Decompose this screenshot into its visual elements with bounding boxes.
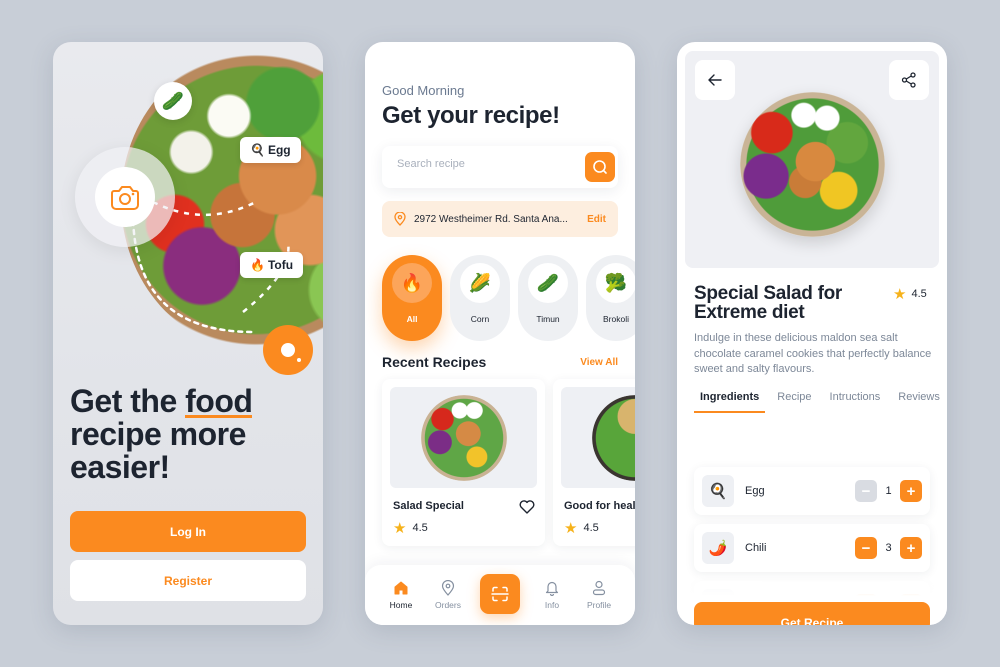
category-label: Corn <box>470 314 490 324</box>
increase-quantity-button[interactable]: + <box>900 537 922 559</box>
ingredient-name: Egg <box>745 485 765 497</box>
recipe-name: Good for health <box>564 500 635 512</box>
register-button[interactable]: Register <box>70 560 306 601</box>
nav-orders[interactable]: Orders <box>428 580 468 610</box>
get-recipe-button[interactable]: Get Recipe <box>694 602 930 625</box>
bell-icon <box>545 581 559 596</box>
search-input[interactable] <box>397 158 567 170</box>
category-timun[interactable]: 🥒 Timun <box>518 255 578 341</box>
user-icon <box>592 580 606 596</box>
section-title: Recent Recipes <box>382 354 487 370</box>
recipe-card[interactable]: Salad Special ★ 4.5 <box>382 379 545 546</box>
cucumber-icon: 🥒 <box>161 90 185 111</box>
ingredient-quantity: 1 <box>885 485 892 497</box>
ingredient-tag-tofu[interactable]: 🔥 Tofu <box>240 252 304 278</box>
recipe-description: Indulge in these delicious maldon sea sa… <box>694 332 932 375</box>
decrease-quantity-button[interactable]: − <box>855 537 877 559</box>
star-icon: ★ <box>393 520 407 537</box>
tab-ingredients[interactable]: Ingredients <box>694 389 766 413</box>
recipe-title: Special Salad for Extreme diet <box>694 283 843 323</box>
home-icon <box>394 581 408 595</box>
category-corn[interactable]: 🌽 Corn <box>450 255 510 341</box>
recipe-rating: ★ 4.5 <box>564 520 599 537</box>
search-button[interactable] <box>585 152 615 182</box>
recipe-detail-screen: Special Salad for Extreme diet ★ 4.5 Ind… <box>677 42 947 625</box>
tab-recipe[interactable]: Recipe <box>771 389 817 413</box>
fire-icon: 🔥 <box>250 258 265 272</box>
search-box <box>382 146 618 188</box>
ingredient-tag-egg[interactable]: 🍳 Egg <box>240 137 301 163</box>
location-address: 2972 Westheimer Rd. Santa Ana... <box>414 213 568 225</box>
scan-icon <box>491 586 509 602</box>
share-button[interactable] <box>889 60 929 100</box>
onboarding-headline: Get the food recipe more easier! <box>70 383 253 485</box>
recipe-image <box>390 387 537 488</box>
category-list: 🔥 All 🌽 Corn 🥒 Timun 🥦 Brokoli <box>382 255 635 341</box>
location-bar: 2972 Westheimer Rd. Santa Ana... Edit <box>382 201 618 237</box>
nav-info[interactable]: Info <box>532 580 572 610</box>
ingredient-row: 🍳 Egg − 1 + <box>694 467 930 515</box>
decrease-quantity-button[interactable]: − <box>855 480 877 502</box>
bottom-navigation: Home Orders Info Profile <box>365 565 635 625</box>
cucumber-icon: 🥒 <box>528 263 568 303</box>
ingredient-row: 🌶️ Chili − 3 + <box>694 524 930 572</box>
category-label: Brokoli <box>603 314 629 324</box>
recent-recipes-header: Recent Recipes View All <box>382 354 618 370</box>
ingredient-name: Chili <box>745 542 767 554</box>
arrow-left-icon <box>708 74 722 86</box>
cucumber-bubble: 🥒 <box>154 82 192 120</box>
recipe-list: Salad Special ★ 4.5 Good for health ★ 4.… <box>382 379 635 546</box>
fried-egg-icon: 🍳 <box>702 475 734 507</box>
greeting: Good Morning <box>382 83 465 98</box>
location-pin-icon <box>394 212 406 226</box>
recipe-name: Salad Special <box>393 500 464 512</box>
corn-icon: 🌽 <box>460 263 500 303</box>
star-icon: ★ <box>564 520 578 537</box>
location-pin-icon <box>441 580 455 596</box>
search-icon <box>593 160 607 174</box>
search-fab-button[interactable] <box>263 325 313 375</box>
recipe-rating: ★ 4.5 <box>893 286 927 303</box>
recipe-rating: ★ 4.5 <box>393 520 428 537</box>
chili-icon: 🌶️ <box>702 532 734 564</box>
recipe-card[interactable]: Good for health ★ 4.5 <box>553 379 635 546</box>
tag-label: Tofu <box>267 258 294 272</box>
category-brokoli[interactable]: 🥦 Brokoli <box>586 255 635 341</box>
tab-reviews[interactable]: Reviews <box>892 389 946 413</box>
home-screen: Good Morning Get your recipe! 2972 Westh… <box>365 42 635 625</box>
nav-home[interactable]: Home <box>381 580 421 610</box>
fire-icon: 🔥 <box>392 263 432 303</box>
scan-button[interactable] <box>480 574 520 614</box>
back-button[interactable] <box>695 60 735 100</box>
category-all[interactable]: 🔥 All <box>382 255 442 341</box>
page-title: Get your recipe! <box>382 102 560 129</box>
view-all-link[interactable]: View All <box>580 357 618 368</box>
star-icon: ★ <box>893 286 907 303</box>
heart-icon[interactable] <box>519 500 535 514</box>
egg-icon: 🍳 <box>250 143 265 157</box>
share-icon <box>901 72 916 88</box>
category-label: Timun <box>536 314 560 324</box>
ingredient-quantity: 3 <box>885 542 892 554</box>
salad-bowl-image <box>739 92 885 237</box>
broccoli-icon: 🥦 <box>596 263 635 303</box>
camera-button[interactable] <box>95 167 155 227</box>
tab-instructions[interactable]: Intructions <box>824 389 887 413</box>
recipe-image <box>561 387 635 488</box>
camera-icon <box>111 186 139 210</box>
edit-location-link[interactable]: Edit <box>587 214 606 225</box>
search-icon <box>281 343 301 362</box>
onboarding-screen: 🥒 🍳 Egg 🔥 Tofu Get the food recipe more … <box>53 42 323 625</box>
headline-highlight: food <box>185 383 253 419</box>
nav-profile[interactable]: Profile <box>579 580 619 610</box>
login-button[interactable]: Log In <box>70 511 306 552</box>
detail-tabs: Ingredients Recipe Intructions Reviews <box>694 389 947 413</box>
increase-quantity-button[interactable]: + <box>900 480 922 502</box>
tag-label: Egg <box>267 143 291 157</box>
category-label: All <box>406 314 418 324</box>
